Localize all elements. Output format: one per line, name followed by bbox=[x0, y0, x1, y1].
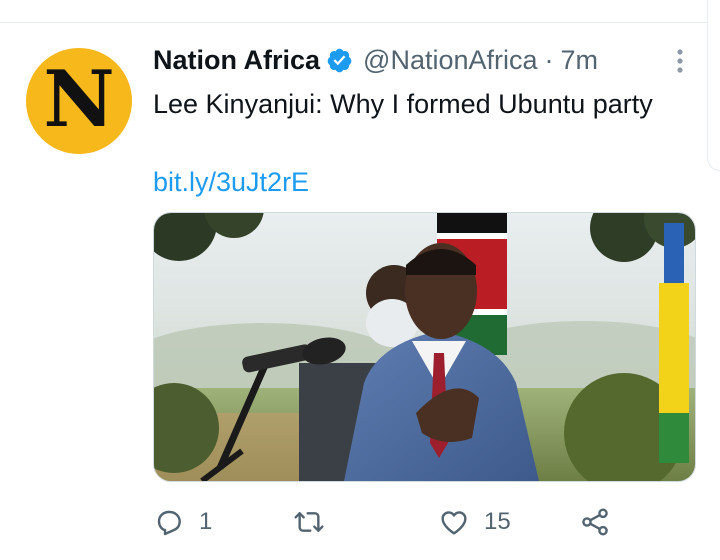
reply-count: 1 bbox=[199, 508, 213, 535]
reply-button[interactable]: 1 bbox=[153, 500, 212, 544]
share-icon bbox=[582, 508, 608, 536]
handle[interactable]: @NationAfrica bbox=[363, 45, 537, 76]
more-options-icon[interactable] bbox=[670, 46, 690, 76]
heart-icon bbox=[441, 511, 467, 535]
avatar-letter: N bbox=[43, 54, 115, 145]
photo-image bbox=[154, 213, 695, 481]
separator-dot: · bbox=[544, 44, 554, 75]
tweet-text: Lee Kinyanjui: Why I formed Ubuntu party bbox=[153, 89, 653, 119]
tweet-link[interactable]: bit.ly/3uJt2rE bbox=[153, 164, 309, 200]
tweet-header: Nation Africa @NationAfrica · 7m bbox=[153, 42, 598, 78]
like-count: 15 bbox=[484, 508, 511, 535]
verified-badge-icon bbox=[327, 48, 352, 72]
tweet-actions: 1 15 bbox=[153, 500, 623, 544]
display-name[interactable]: Nation Africa bbox=[153, 45, 320, 76]
reply-icon bbox=[157, 510, 181, 536]
top-divider bbox=[0, 22, 720, 23]
avatar[interactable]: N bbox=[26, 48, 132, 154]
retweet-icon bbox=[294, 512, 324, 532]
share-button[interactable] bbox=[579, 500, 611, 544]
timestamp[interactable]: 7m bbox=[561, 45, 599, 76]
like-button[interactable]: 15 bbox=[438, 500, 511, 544]
retweet-button[interactable] bbox=[293, 500, 339, 544]
adjacent-panel-edge bbox=[707, 0, 720, 171]
tweet-media-photo[interactable] bbox=[153, 212, 696, 482]
